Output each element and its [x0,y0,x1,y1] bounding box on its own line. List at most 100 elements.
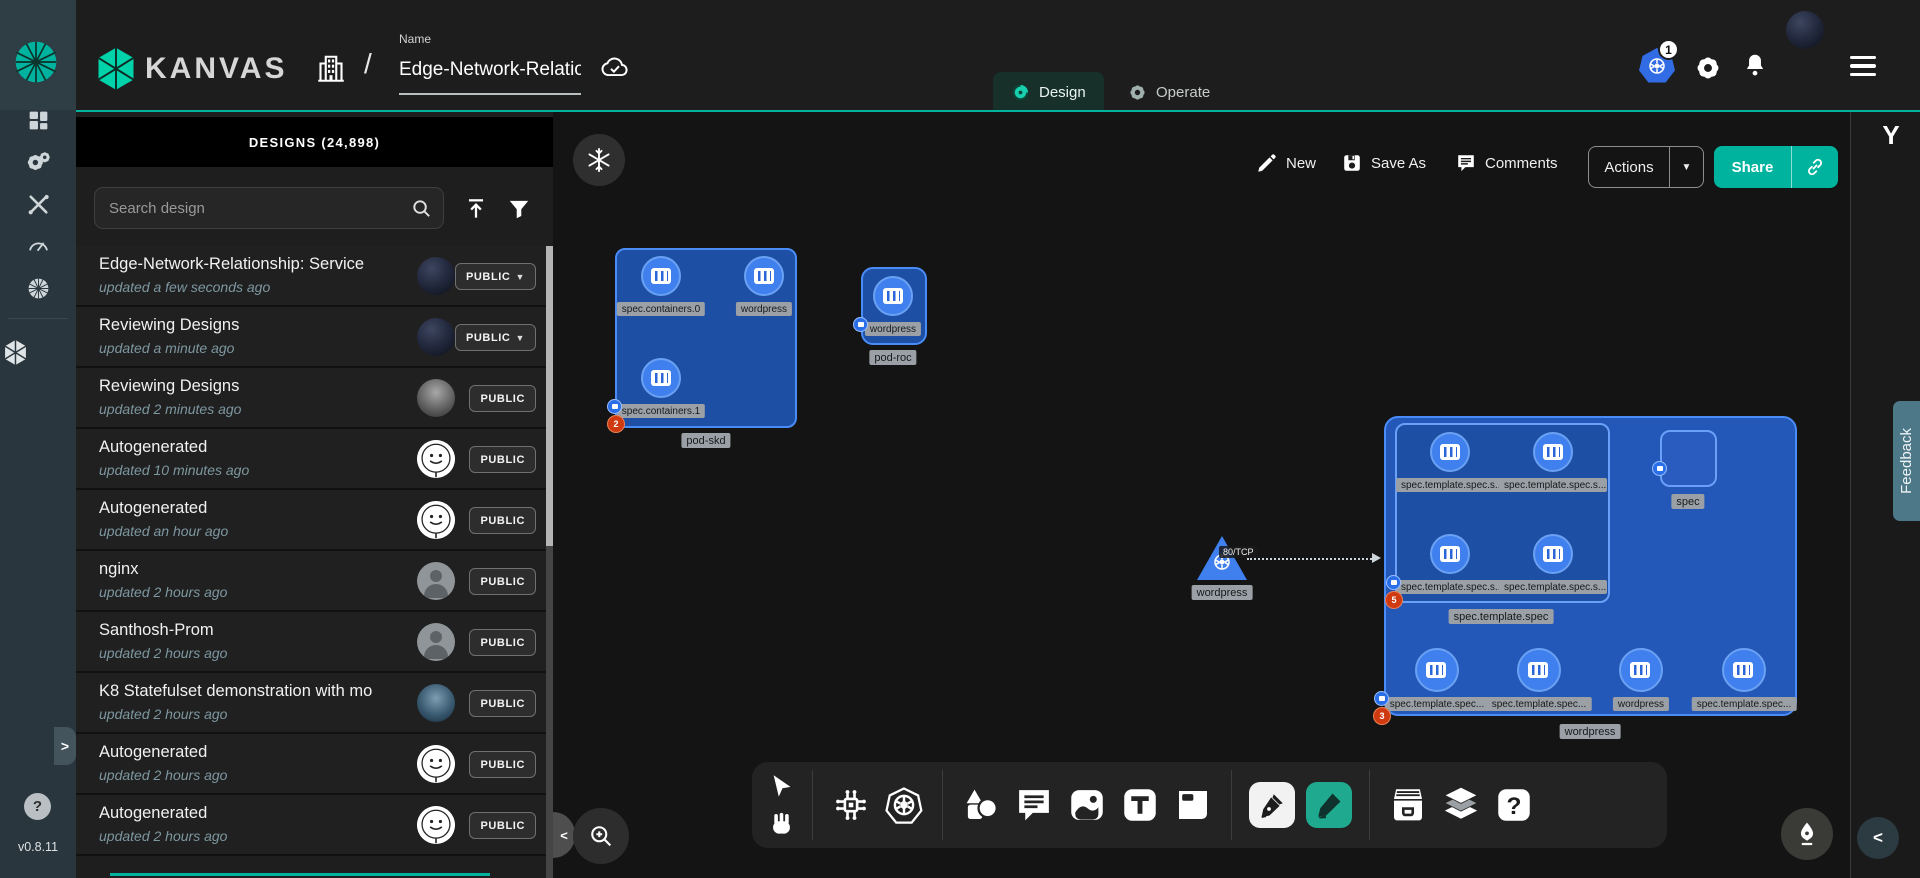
node-spec[interactable] [1660,430,1717,487]
settings-gear-icon[interactable] [1694,54,1722,82]
user-avatar[interactable] [1786,11,1824,49]
actions-button[interactable]: Actions ▼ [1588,146,1704,188]
zoom-in-button[interactable] [573,808,629,864]
design-visibility-badge[interactable]: PUBLIC [469,751,536,778]
shapes-tool-icon[interactable] [960,784,1002,826]
chevron-down-icon[interactable]: ▼ [1670,162,1703,173]
text-tool-icon[interactable] [1119,784,1161,826]
pen-nib-mode-button[interactable] [1781,808,1833,860]
container-node[interactable] [1517,648,1561,692]
header-accent-line [76,110,1920,112]
design-list-item[interactable]: Reviewing Designsupdated a minute agoPUB… [76,307,549,368]
design-visibility-badge[interactable]: PUBLIC [469,446,536,473]
design-search-input[interactable] [109,188,399,228]
design-list-item[interactable]: Autogeneratedupdated 2 hours agoPUBLIC [76,795,549,856]
image-tool-icon[interactable] [1066,784,1108,826]
comments-button[interactable]: Comments [1455,152,1558,174]
container-node[interactable] [873,276,913,316]
copy-link-icon[interactable] [1792,156,1838,178]
menu-hamburger-icon[interactable] [1850,56,1876,76]
design-visibility-badge[interactable]: PUBLIC [469,568,536,595]
publish-upload-icon[interactable] [463,196,489,222]
container-label: spec.template.spec... [1385,697,1490,711]
service-edge[interactable] [1247,558,1375,560]
design-visibility-badge[interactable]: PUBLIC▼ [455,324,536,351]
design-list-item[interactable]: Santhosh-Promupdated 2 hours agoPUBLIC [76,612,549,673]
container-node[interactable] [1430,534,1470,574]
error-count-badge[interactable]: 5 [1385,591,1403,609]
design-name-input[interactable] [399,54,581,86]
hand-tool-icon[interactable] [768,810,795,837]
pod-status-badge[interactable] [1386,575,1401,590]
container-node[interactable] [641,256,681,296]
design-list-item[interactable]: Autogeneratedupdated 10 minutes agoPUBLI… [76,429,549,490]
container-node[interactable] [641,358,681,398]
freehand-draw-tool-icon[interactable] [1306,782,1352,828]
container-node[interactable] [1415,648,1459,692]
node-group-pod-template[interactable] [1395,423,1610,603]
error-count-badge[interactable]: 2 [607,415,625,433]
design-visibility-badge[interactable]: PUBLIC [469,629,536,656]
sidebar-expand-button[interactable]: > [54,727,76,765]
service-node[interactable] [1197,536,1247,580]
feedback-tab[interactable]: Feedback [1893,401,1920,521]
layers-icon[interactable] [1440,784,1482,826]
design-visibility-badge[interactable]: PUBLIC [469,507,536,534]
sidebar-item-performance[interactable] [0,225,76,265]
panel-collapse-button[interactable]: < [553,812,575,858]
sidebar-item-dashboard[interactable] [0,100,76,140]
filter-funnel-icon[interactable] [506,196,532,222]
tab-operate[interactable]: Operate [1110,72,1228,112]
design-list-item[interactable]: K8 Statefulset demonstration with moupda… [76,673,549,734]
help-button[interactable]: ? [24,793,51,820]
sidebar-item-settings[interactable] [0,142,76,182]
annotation-comment-tool-icon[interactable] [1013,784,1055,826]
meshery-logo-icon[interactable] [13,39,59,85]
chevron-down-icon: ▼ [515,272,525,282]
pod-status-badge[interactable] [853,317,868,332]
cursor-tool-icon[interactable] [768,773,795,800]
design-list-item[interactable]: Autogeneratedupdated an hour agoPUBLIC [76,490,549,551]
drawer-archive-icon[interactable] [1387,784,1429,826]
container-node[interactable] [1533,534,1573,574]
design-author-avatar [417,623,455,661]
note-card-tool-icon[interactable] [1172,784,1214,826]
container-node[interactable] [1533,432,1573,472]
design-list-item[interactable]: nginxupdated 2 hours agoPUBLIC [76,551,549,612]
design-visibility-badge[interactable]: PUBLIC [469,690,536,717]
design-visibility-badge[interactable]: PUBLIC [469,385,536,412]
design-list-item[interactable]: Reviewing Designsupdated 2 minutes agoPU… [76,368,549,429]
sidebar-item-toolbox[interactable] [0,184,76,224]
organization-icon[interactable] [313,50,349,88]
pod-status-badge[interactable] [1374,691,1389,706]
kubernetes-tool-icon[interactable] [883,784,925,826]
share-button[interactable]: Share [1714,146,1838,188]
pen-path-tool-icon[interactable] [1249,782,1295,828]
pod-status-badge[interactable] [1652,461,1667,476]
container-node[interactable] [744,256,784,296]
sidebar-item-kanvas[interactable] [0,335,30,367]
save-as-button[interactable]: Save As [1341,152,1426,174]
new-button-label: New [1286,155,1316,172]
help-tool-icon[interactable]: ? [1493,784,1535,826]
meshsync-snowflake-button[interactable] [573,134,625,186]
container-node[interactable] [1722,648,1766,692]
notifications-bell-icon[interactable] [1742,52,1768,82]
collapse-right-chevron-button[interactable]: < [1857,817,1899,859]
sidebar-item-mesh[interactable] [0,268,76,308]
design-updated-text: updated a few seconds ago [99,279,270,295]
pod-status-badge[interactable] [607,399,622,414]
search-icon[interactable] [410,197,433,220]
new-button[interactable]: New [1256,152,1316,174]
container-node[interactable] [1619,648,1663,692]
container-node[interactable] [1430,432,1470,472]
design-list-scrollbar-thumb[interactable] [546,246,553,546]
design-list-item[interactable]: Autogeneratedupdated 2 hours agoPUBLIC [76,734,549,795]
design-visibility-badge[interactable]: PUBLIC [469,812,536,839]
components-circuit-icon[interactable] [830,784,872,826]
merge-y-icon[interactable]: Y [1876,120,1906,151]
error-count-badge[interactable]: 3 [1373,707,1391,725]
design-list-item[interactable]: Edge-Network-Relationship: Serviceupdate… [76,246,549,307]
tab-design[interactable]: Design [993,72,1104,112]
design-visibility-badge[interactable]: PUBLIC▼ [455,263,536,290]
